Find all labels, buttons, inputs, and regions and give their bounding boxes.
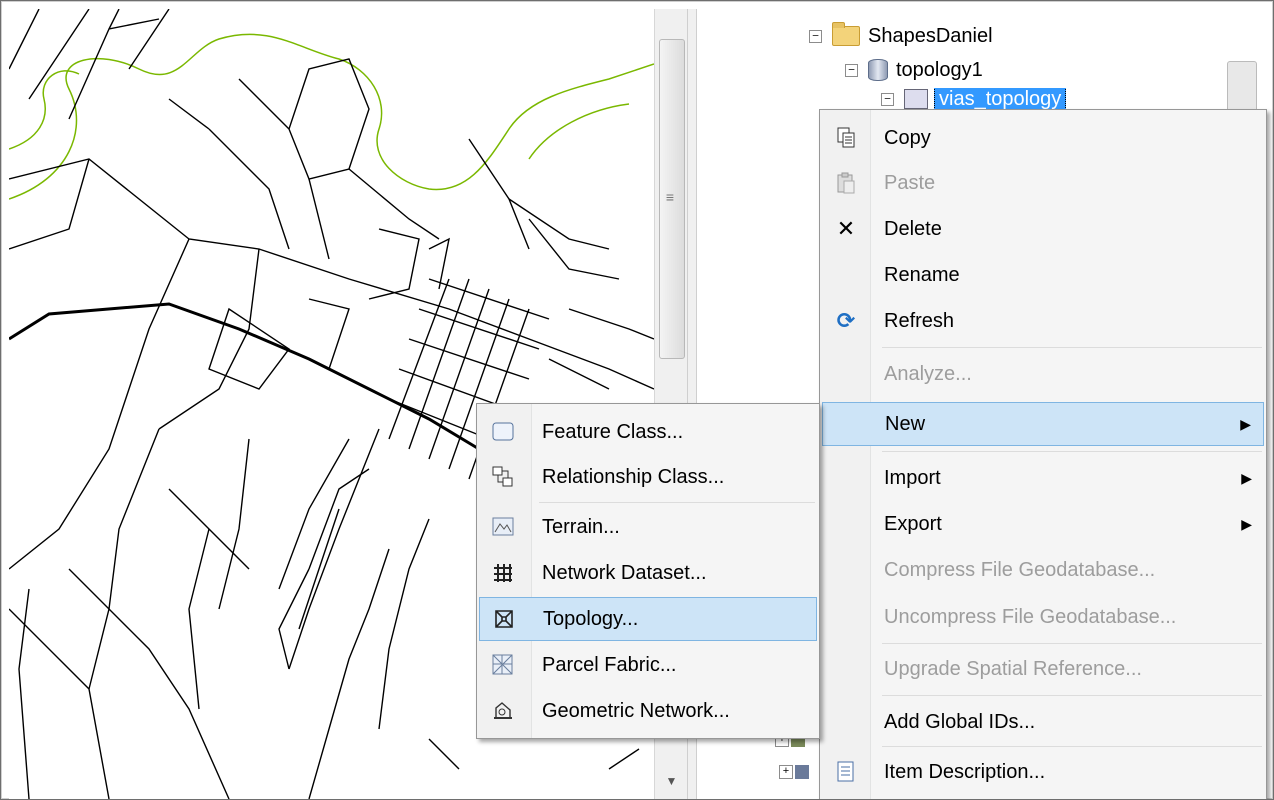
menu-item-uncompress-file-geodatabase[interactable]: Uncompress File Geodatabase...	[822, 595, 1264, 639]
collapse-icon[interactable]: −	[845, 63, 858, 77]
refresh-icon: ⟳	[836, 308, 856, 333]
submenu-item-topology[interactable]: Topology...	[479, 597, 817, 641]
application-window: ≡ ▼ − ShapesDaniel − topology1 − vias_to…	[0, 0, 1274, 800]
collapse-icon[interactable]: −	[881, 92, 894, 106]
tree-node-shapesdaniel[interactable]: − ShapesDaniel	[809, 22, 993, 50]
parcel-fabric-icon	[479, 654, 527, 676]
network-dataset-icon	[479, 562, 527, 584]
feature-class-icon	[479, 422, 527, 442]
menu-item-item-description[interactable]: Item Description...	[822, 750, 1264, 794]
submenu-item-parcel-fabric[interactable]: Parcel Fabric...	[479, 643, 817, 687]
menu-item-upgrade-spatial-reference[interactable]: Upgrade Spatial Reference...	[822, 647, 1264, 691]
submenu-item-network-dataset[interactable]: Network Dataset...	[479, 551, 817, 595]
menu-item-rename[interactable]: Rename	[822, 253, 1264, 297]
menu-separator	[882, 451, 1262, 452]
context-menu: Copy Paste ✕ Delete Rename ⟳ Refresh Ana…	[819, 109, 1267, 799]
tree-node-label: vias_topology	[934, 88, 1067, 110]
submenu-item-relationship-class[interactable]: Relationship Class...	[479, 455, 817, 499]
submenu-arrow-icon: ▶	[1241, 515, 1252, 532]
submenu-arrow-icon: ▶	[1240, 415, 1251, 432]
topology-icon	[480, 608, 528, 630]
database-icon	[868, 59, 888, 81]
tree-node-topology1[interactable]: − topology1	[845, 56, 983, 84]
tree-node-label: ShapesDaniel	[868, 24, 993, 47]
scrollbar-grip-icon: ≡	[665, 189, 675, 205]
submenu-item-geometric-network[interactable]: Geometric Network...	[479, 689, 817, 733]
menu-item-refresh[interactable]: ⟳ Refresh	[822, 299, 1264, 343]
menu-item-new[interactable]: New ▶	[822, 402, 1264, 446]
item-description-icon	[822, 761, 870, 783]
submenu-item-feature-class[interactable]: Feature Class...	[479, 410, 817, 454]
delete-icon: ✕	[836, 216, 856, 241]
menu-item-export[interactable]: Export ▶	[822, 502, 1264, 546]
tree-node-vias-topology[interactable]: − vias_topology	[881, 88, 1067, 110]
paste-icon	[822, 172, 870, 194]
submenu-item-terrain[interactable]: Terrain...	[479, 505, 817, 549]
menu-separator	[882, 643, 1262, 644]
menu-separator	[882, 746, 1262, 747]
new-submenu: Feature Class... Relationship Class... T…	[476, 403, 820, 739]
collapse-icon[interactable]: −	[809, 29, 822, 43]
terrain-icon	[479, 517, 527, 537]
submenu-arrow-icon: ▶	[1241, 469, 1252, 486]
menu-item-copy[interactable]: Copy	[822, 116, 1264, 160]
menu-item-paste[interactable]: Paste	[822, 161, 1264, 205]
relationship-class-icon	[479, 466, 527, 488]
menu-separator	[882, 347, 1262, 348]
scroll-down-arrow-icon[interactable]: ▼	[655, 771, 688, 791]
menu-separator	[882, 695, 1262, 696]
menu-item-compress-file-geodatabase[interactable]: Compress File Geodatabase...	[822, 548, 1264, 592]
dataset-icon	[795, 765, 809, 779]
copy-icon	[822, 127, 870, 149]
menu-item-add-global-ids[interactable]: Add Global IDs...	[822, 700, 1264, 744]
menu-item-analyze[interactable]: Analyze...	[822, 352, 1264, 396]
menu-item-import[interactable]: Import ▶	[822, 456, 1264, 500]
folder-icon	[832, 22, 860, 46]
feature-dataset-icon	[904, 89, 928, 109]
expand-icon[interactable]: +	[779, 765, 793, 779]
menu-item-delete[interactable]: ✕ Delete	[822, 207, 1264, 251]
tree-node-label: topology1	[896, 58, 983, 81]
menu-separator	[539, 502, 815, 503]
geometric-network-icon	[479, 700, 527, 722]
